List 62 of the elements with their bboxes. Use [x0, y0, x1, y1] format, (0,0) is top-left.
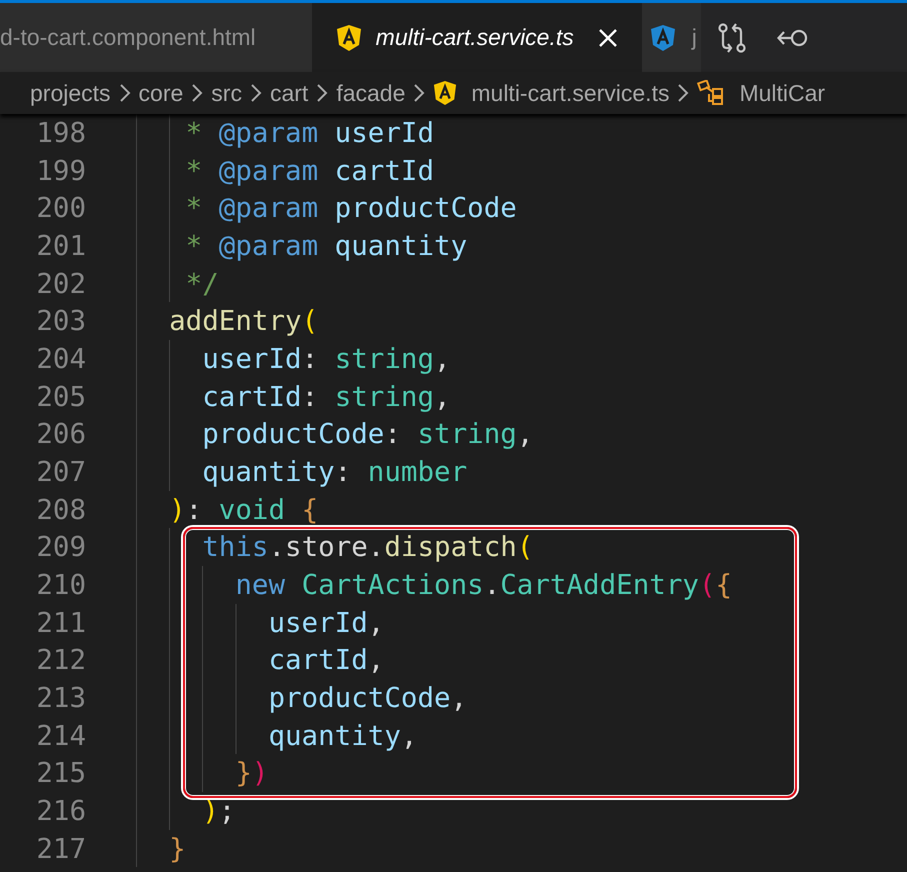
line-number: 200	[35, 192, 86, 224]
code-line: })	[235, 757, 268, 790]
shield-icon	[336, 24, 362, 52]
chevron-icon	[413, 83, 426, 103]
compare-icon[interactable]	[716, 22, 747, 54]
code-line: }	[169, 832, 186, 865]
chevron-icon	[118, 83, 131, 103]
line-number: 217	[35, 832, 86, 865]
code-line: addEntry(	[169, 305, 318, 338]
editor-tab[interactable]: j	[642, 3, 701, 72]
code-line: * @param quantity	[186, 230, 468, 262]
line-number: 209	[35, 531, 86, 564]
shield-icon	[650, 24, 676, 52]
code-line: );	[202, 794, 236, 827]
line-number: 213	[35, 682, 86, 714]
code-line: * @param userId	[186, 116, 434, 149]
line-number: 202	[35, 268, 86, 300]
code-line: productCode,	[268, 682, 468, 714]
code-line: quantity,	[268, 720, 418, 752]
line-number: 216	[35, 794, 86, 827]
code-line: productCode: string,	[202, 418, 534, 450]
class-icon	[697, 80, 726, 106]
code-line: * @param productCode	[186, 192, 517, 224]
line-number: 203	[35, 305, 86, 338]
line-number: 212	[35, 644, 86, 676]
chevron-icon	[677, 83, 690, 103]
line-number: 215	[35, 757, 86, 790]
close-icon[interactable]	[598, 28, 618, 48]
code-line: userId: string,	[202, 342, 451, 375]
breadcrumb-item[interactable]: multi-cart.service.ts	[471, 80, 670, 106]
chevron-icon	[316, 83, 328, 103]
code-line: */	[186, 268, 219, 300]
code-line: ): void {	[169, 494, 318, 526]
breadcrumb-item[interactable]: cart	[270, 80, 308, 106]
line-number: 207	[35, 456, 86, 488]
code-line: * @param cartId	[186, 154, 434, 186]
code-line: new CartActions.CartAddEntry({	[235, 568, 732, 601]
line-number: 210	[35, 568, 86, 601]
breadcrumb-item[interactable]: facade	[336, 80, 406, 106]
line-number: 205	[35, 380, 86, 413]
breadcrumb-item[interactable]: MultiCar	[739, 80, 826, 106]
line-number: 211	[35, 606, 86, 639]
line-number: 204	[35, 342, 86, 375]
line-number: 206	[35, 418, 86, 450]
chevron-icon	[250, 83, 262, 103]
line-number: 214	[35, 720, 86, 752]
breadcrumb-item[interactable]: projects	[30, 80, 111, 106]
breadcrumb-item[interactable]: src	[211, 80, 242, 106]
editor-tab[interactable]: multi-cart.service.ts	[312, 3, 642, 72]
code-line: cartId: string,	[202, 380, 451, 413]
shield-icon	[433, 80, 458, 106]
chevron-icon	[191, 83, 204, 103]
line-number: 198	[35, 116, 86, 149]
breadcrumb-item[interactable]: core	[138, 80, 184, 106]
line-number: 199	[35, 154, 86, 186]
line-number: 208	[35, 494, 86, 526]
code-line: this.store.dispatch(	[202, 531, 534, 564]
code-line: quantity: number	[202, 456, 468, 488]
line-number: 201	[35, 230, 86, 262]
code-line: cartId,	[268, 644, 384, 676]
editor-tab[interactable]: d-to-cart.component.html	[0, 3, 312, 72]
code-line: userId,	[268, 606, 384, 639]
